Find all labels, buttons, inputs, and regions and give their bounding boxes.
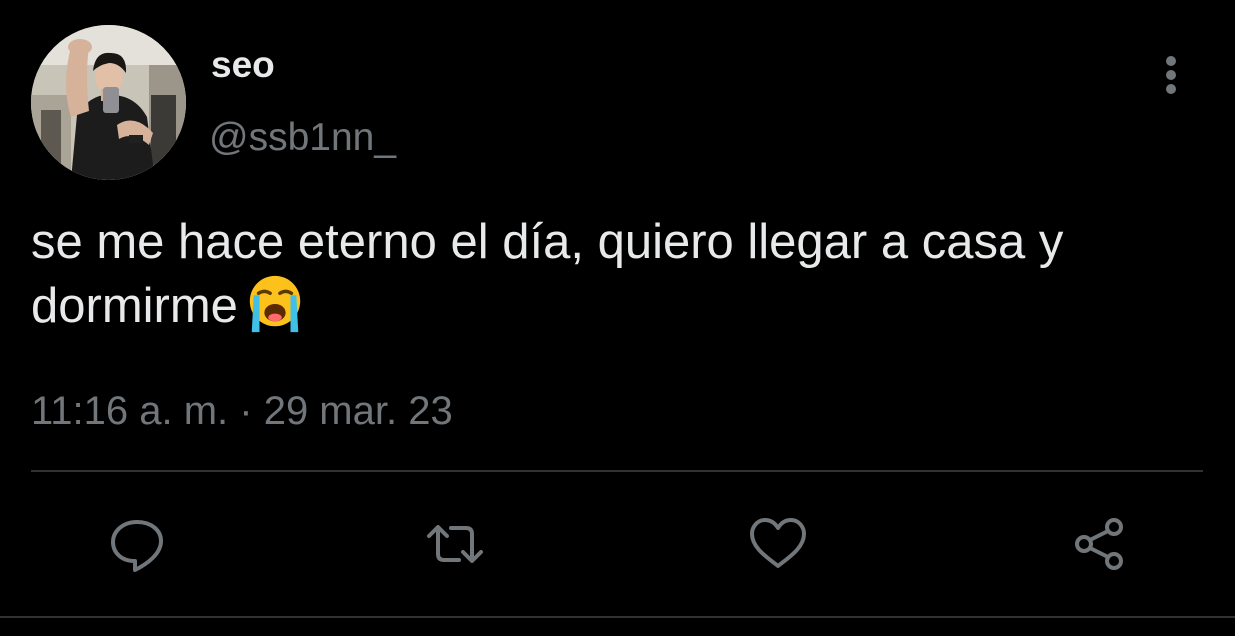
tweet-text-content: se me hace eterno el día, quiero llegar … — [31, 215, 1064, 333]
loudly-crying-face-icon — [244, 272, 306, 334]
retweet-icon[interactable] — [425, 514, 485, 574]
tweet-text: se me hace eterno el día, quiero llegar … — [31, 213, 1221, 336]
bottom-divider — [0, 616, 1235, 618]
display-name[interactable]: seo — [211, 43, 275, 87]
more-vertical-icon[interactable] — [1150, 50, 1194, 100]
user-handle[interactable]: @ssb1nn_ — [209, 115, 396, 161]
tweet-timestamp[interactable]: 11:16 a. m. · 29 mar. 23 — [31, 388, 453, 434]
heart-icon[interactable] — [748, 514, 808, 574]
divider — [31, 470, 1203, 472]
reply-icon[interactable] — [107, 514, 167, 574]
avatar[interactable] — [31, 25, 186, 180]
share-icon[interactable] — [1069, 514, 1129, 574]
